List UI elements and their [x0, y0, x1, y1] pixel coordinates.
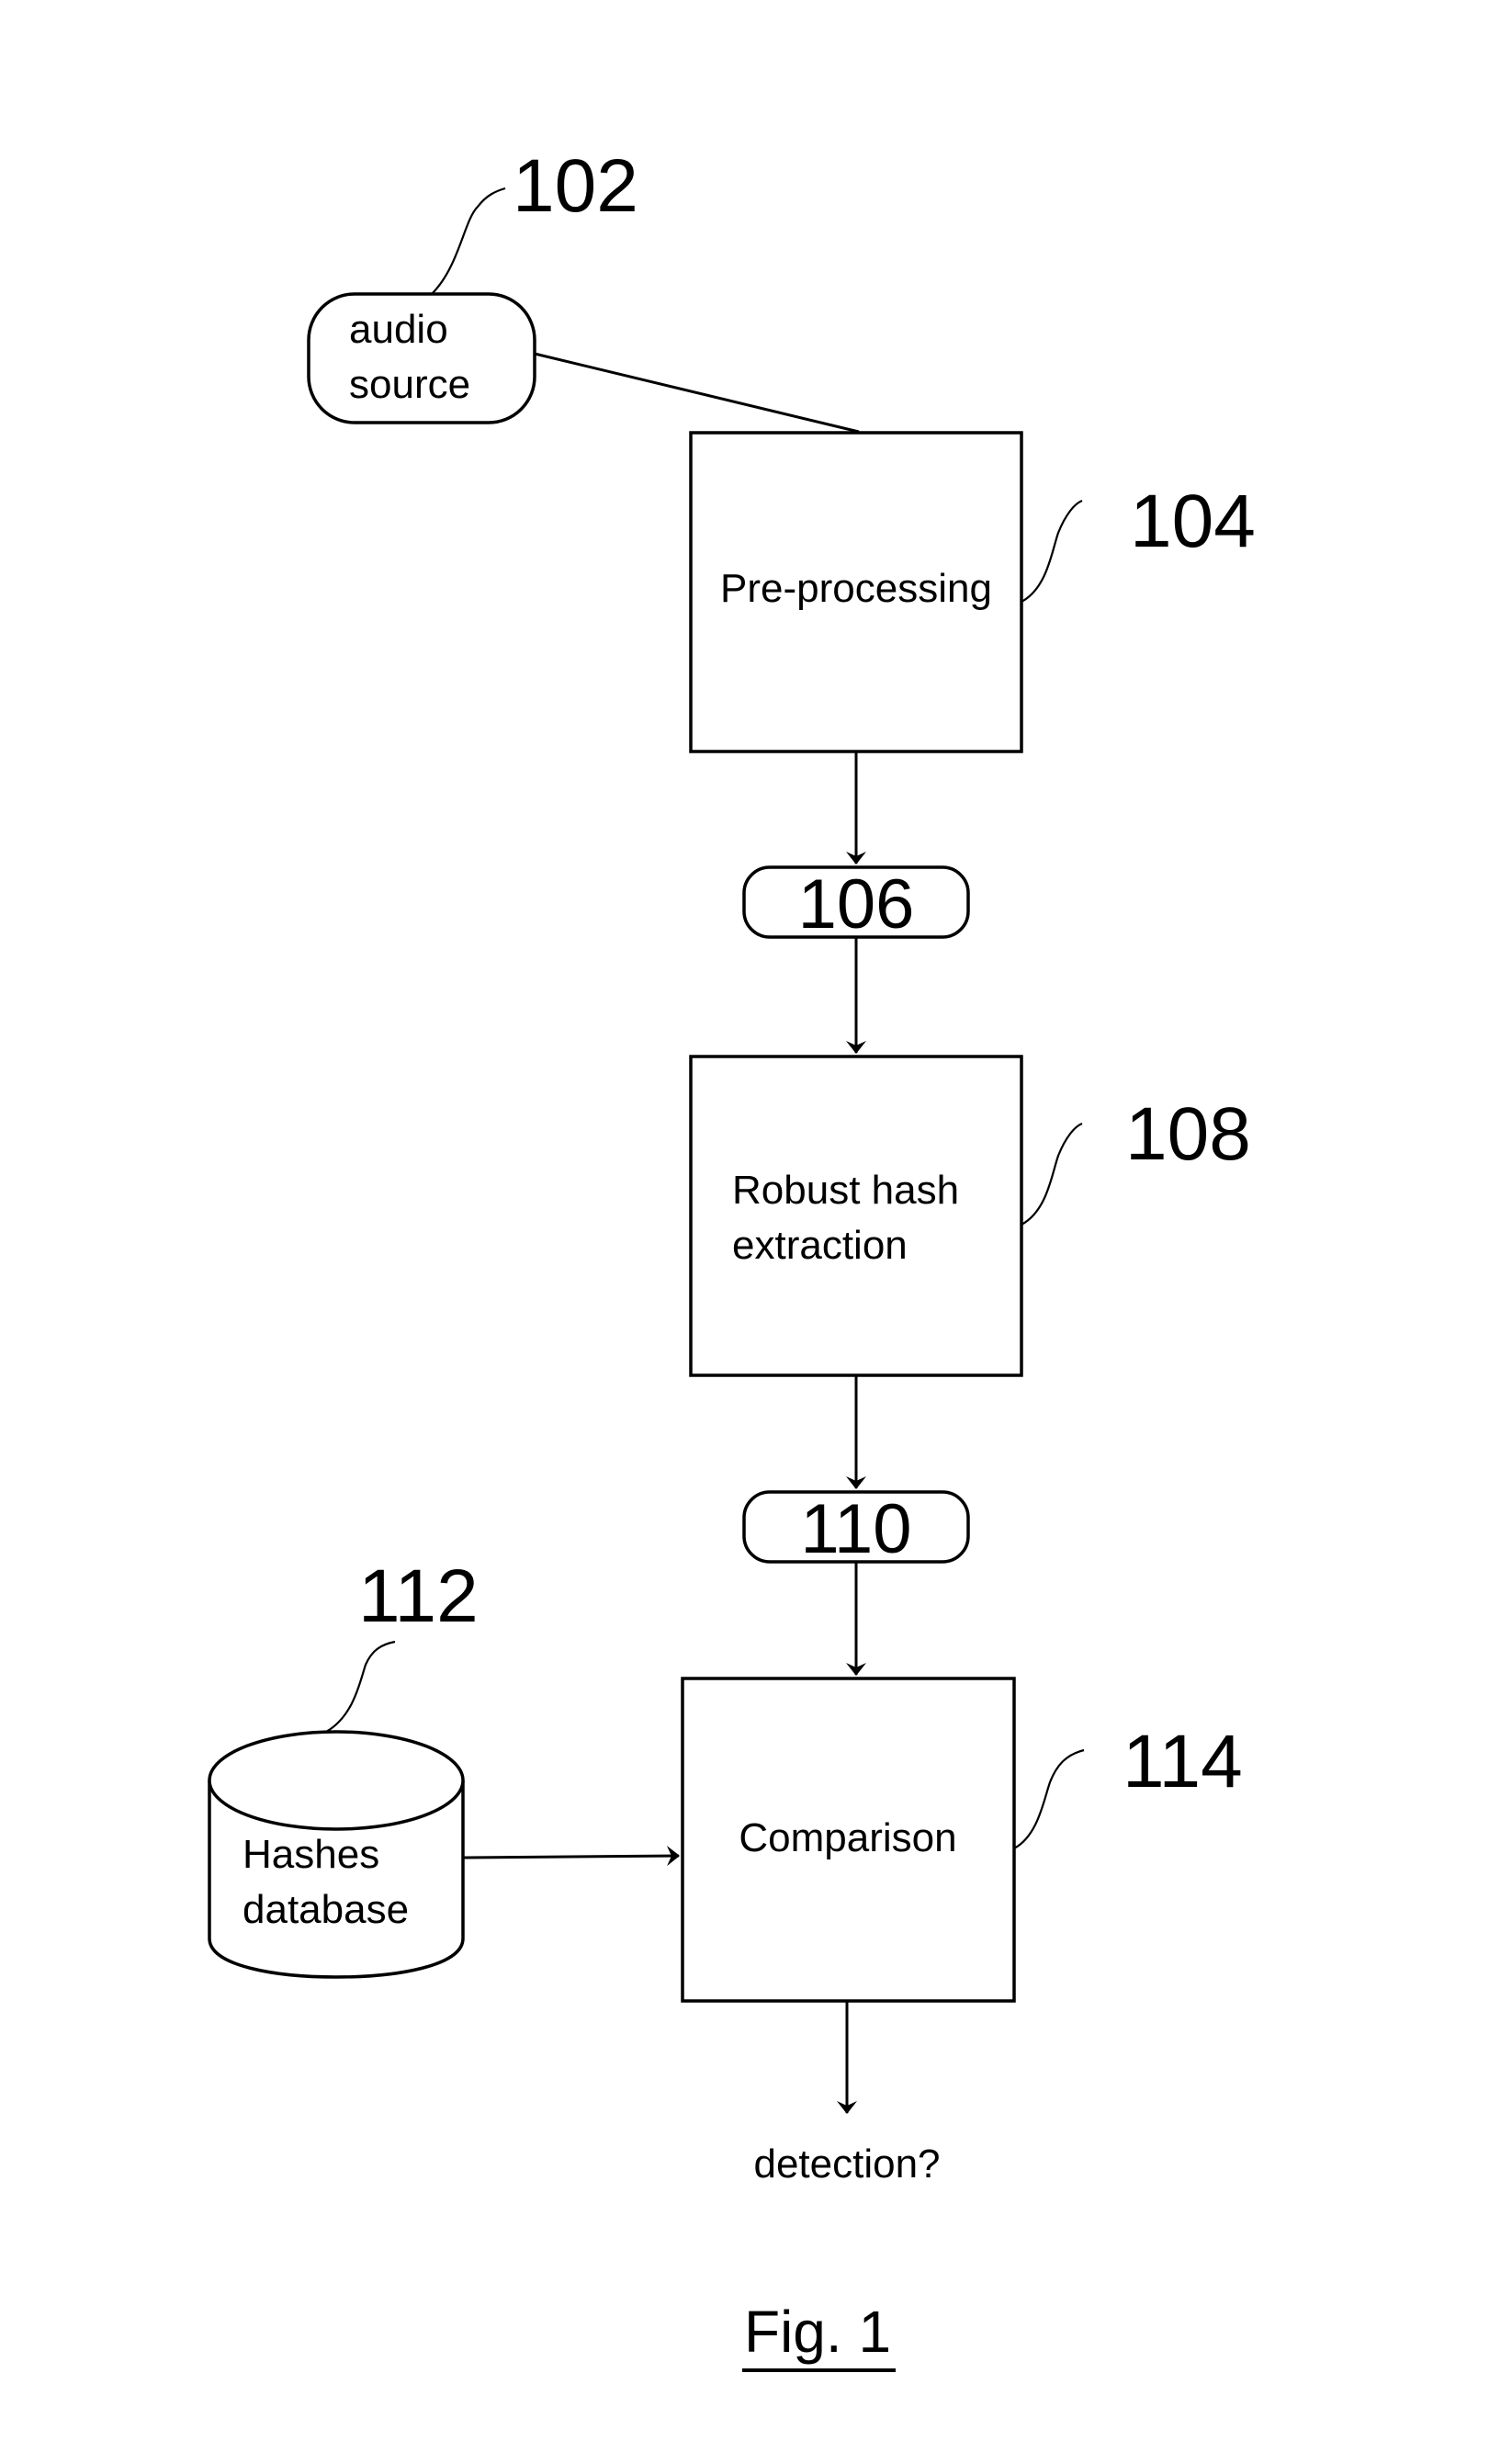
hashes-database-node: Hashes database — [208, 1730, 465, 1979]
figure-caption: Fig. 1 — [744, 2299, 891, 2365]
signal-106-node: 106 — [742, 865, 970, 944]
preprocessing-node: Pre-processing — [689, 431, 1023, 753]
database-line-2: database — [243, 1887, 409, 1932]
ref-114: 114 — [1123, 1720, 1243, 1803]
comparison-node: Comparison — [681, 1677, 1016, 2003]
signal-110-node: 110 — [742, 1490, 970, 1568]
ref-112: 112 — [358, 1554, 479, 1638]
flow-diagram: audio source 102 Pre-processing 104 106 … — [208, 144, 1256, 2372]
leader-102 — [431, 186, 506, 295]
database-line-1: Hashes — [243, 1832, 379, 1877]
audio-source-line-1: audio — [349, 307, 448, 352]
leader-108 — [1021, 1122, 1083, 1226]
leader-104 — [1021, 499, 1083, 603]
preprocessing-label: Pre-processing — [720, 566, 992, 611]
database-cylinder-top — [208, 1730, 465, 1831]
output-label: detection? — [753, 2142, 940, 2187]
hash-extraction-node: Robust hash extraction — [689, 1055, 1023, 1377]
leader-112 — [325, 1640, 396, 1733]
leader-114 — [1013, 1748, 1085, 1849]
hash-extraction-line-1: Robust hash — [732, 1168, 959, 1213]
connector-audio-to-preprocessing — [534, 352, 860, 434]
hash-extraction-box — [689, 1055, 1023, 1377]
comparison-label: Comparison — [739, 1815, 956, 1860]
ref-108: 108 — [1125, 1092, 1251, 1176]
signal-110-label: 110 — [800, 1490, 911, 1568]
ref-104: 104 — [1130, 480, 1256, 563]
ref-102: 102 — [513, 144, 638, 228]
audio-source-line-2: source — [349, 362, 470, 407]
hash-extraction-line-2: extraction — [732, 1223, 908, 1268]
signal-106-label: 106 — [798, 865, 915, 944]
audio-source-node: audio source — [307, 292, 536, 424]
arrow-database-to-comparison — [462, 1846, 680, 1867]
